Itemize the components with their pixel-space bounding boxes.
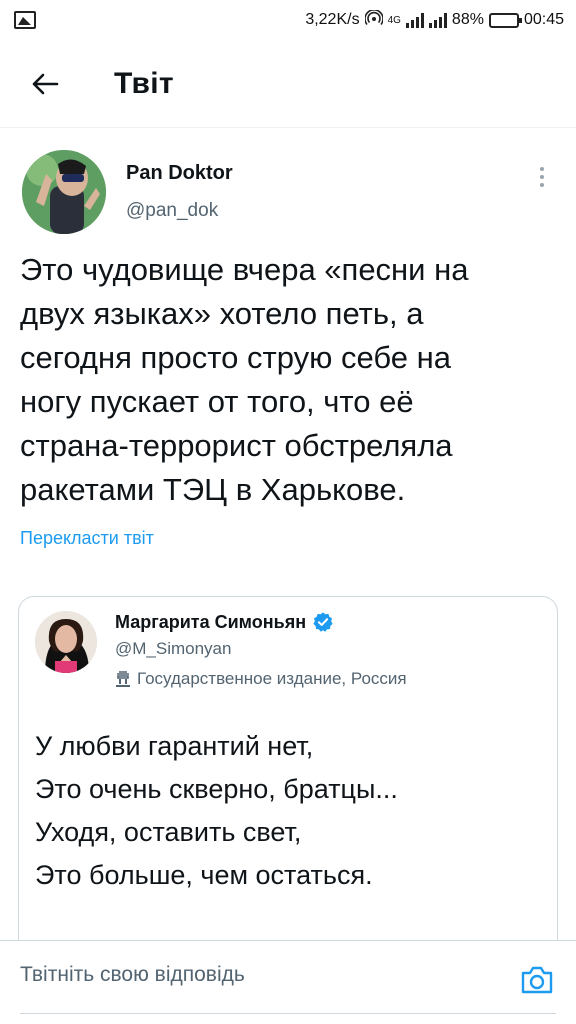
tweet: Pan Doktor @pan_dok Это чудовище вчера «… [0,128,576,940]
signal-icon-2 [428,12,447,28]
camera-button[interactable] [520,965,554,995]
battery-icon [488,12,522,28]
hotspot-icon [363,9,384,30]
back-button[interactable] [10,54,80,114]
quoted-author: Маргарита Симоньян [115,611,334,633]
status-bar: 3,22K/s 4G 88% 00:45 [0,0,576,40]
author-handle[interactable]: @pan_dok [126,200,218,222]
reply-input[interactable] [20,955,500,995]
state-media-icon [116,671,130,687]
network-type: 4G [387,14,401,26]
page-title: Твіт [114,66,174,100]
author-name[interactable]: Pan Doktor [126,162,233,185]
reply-divider [20,1013,556,1014]
battery-percent: 88% [451,11,484,28]
verified-badge-icon [313,612,333,632]
camera-icon [521,966,553,994]
quoted-author-name: Маргарита Симоньян [115,611,307,632]
quoted-handle: @M_Simonyan [115,639,232,658]
avatar[interactable] [22,150,106,234]
tweet-header: Pan Doktor @pan_dok [22,150,562,234]
state-media-text: Государственное издание, Россия [137,669,407,688]
gallery-icon [14,11,36,29]
quoted-tweet[interactable]: Маргарита Симоньян @M_Simonyan Государст… [18,596,558,940]
arrow-left-icon [32,73,59,94]
translate-tweet-link[interactable]: Перекласти твіт [20,528,154,549]
state-media-label[interactable]: Государственное издание, Россия [115,669,407,689]
signal-icon [405,12,424,28]
quoted-avatar [35,611,97,673]
more-options-button[interactable] [532,162,552,192]
network-speed: 3,22K/s [305,11,360,28]
more-vertical-icon [540,167,544,171]
app-header: Твіт [0,40,576,128]
status-time: 00:45 [523,11,564,28]
tweet-text: Это чудовище вчера «песни на двух языках… [20,252,469,507]
reply-bar [0,940,576,1024]
quoted-text: У любви гарантий нет, Это очень скверно,… [35,731,398,890]
